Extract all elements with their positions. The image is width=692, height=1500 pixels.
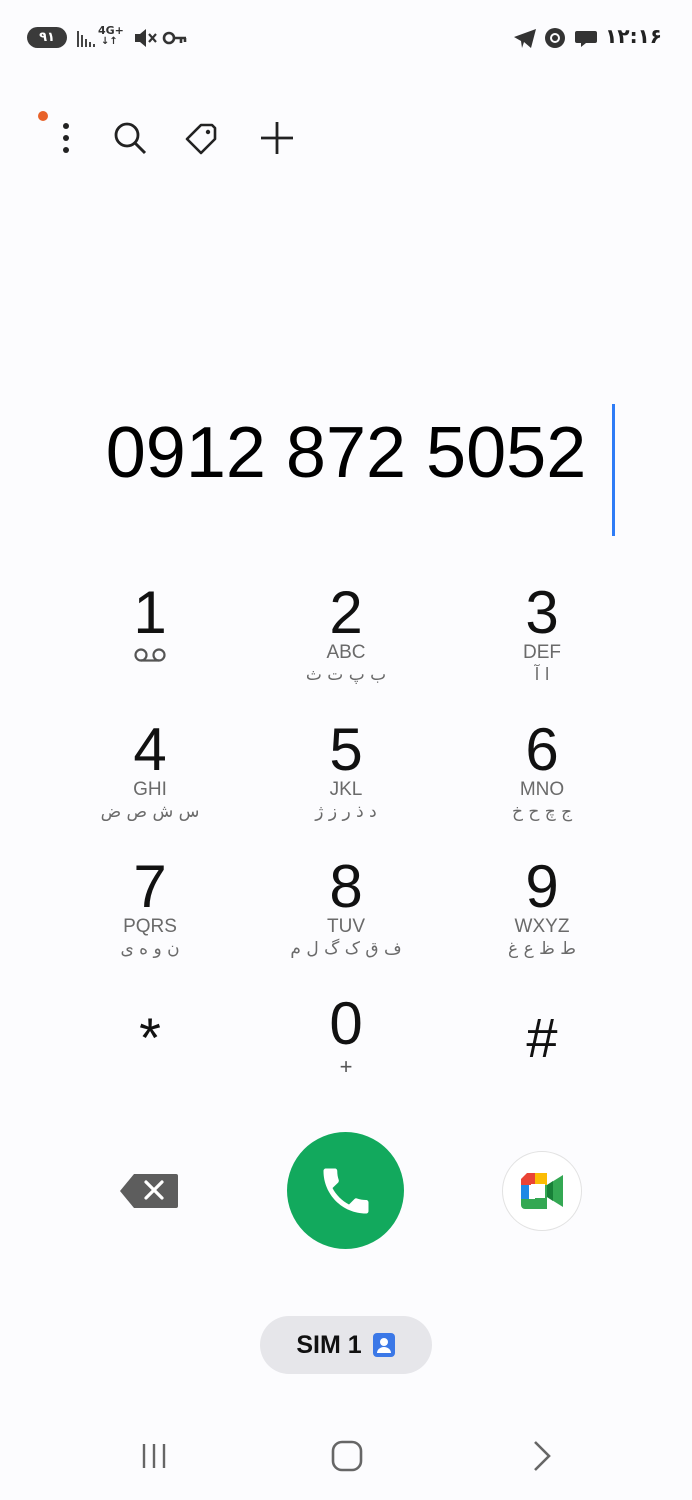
dial-key-0[interactable]: 0 +	[266, 986, 426, 1116]
key-digit: 7	[133, 853, 167, 920]
add-contact-icon	[261, 122, 293, 154]
mute-icon	[132, 24, 158, 52]
key-letters: TUV	[327, 916, 365, 937]
phone-icon	[323, 1168, 368, 1213]
recent-apps-button[interactable]	[124, 1430, 184, 1482]
network-4g-icon: 4G+ ↓↑	[98, 24, 124, 47]
key-persian-letters: ف ق ک گ ل م	[290, 939, 402, 959]
dial-key-6[interactable]: 6 MNO ج چ ح خ	[462, 712, 622, 842]
chrome-icon	[543, 24, 567, 52]
dial-key-9[interactable]: 9 WXYZ ط ظ ع غ	[462, 849, 622, 979]
dial-key-2[interactable]: 2 ABC ب پ ت ث	[266, 575, 426, 705]
call-button[interactable]	[287, 1132, 404, 1249]
key-letters: +	[339, 1054, 353, 1079]
chat-icon	[574, 24, 600, 52]
tag-icon	[185, 123, 217, 155]
key-persian-letters: ا آ	[534, 665, 550, 685]
home-icon	[331, 1440, 363, 1472]
more-options-icon	[63, 123, 69, 153]
voicemail-icon	[134, 648, 166, 662]
contact-card-icon	[372, 1333, 395, 1357]
add-contact-button[interactable]	[253, 114, 301, 162]
key-digit: 0	[329, 990, 363, 1057]
recent-apps-icon	[142, 1444, 166, 1468]
key-letters: DEF	[523, 642, 561, 663]
phone-number-input[interactable]: 0912 872 5052	[0, 412, 692, 512]
key-persian-letters: ب پ ت ث	[305, 665, 387, 685]
sim-label: SIM 1	[296, 1330, 362, 1359]
battery-level: ۹۱	[39, 30, 55, 45]
dial-key-5[interactable]: 5 JKL د ذ ر ز ژ	[266, 712, 426, 842]
dial-key-7[interactable]: 7 PQRS ن و ه ی	[70, 849, 230, 979]
dial-key-8[interactable]: 8 TUV ف ق ک گ ل م	[266, 849, 426, 979]
text-cursor	[612, 404, 615, 536]
key-letters: WXYZ	[514, 916, 570, 937]
back-button[interactable]	[510, 1430, 570, 1482]
video-call-button[interactable]	[502, 1151, 582, 1231]
key-letters: GHI	[133, 779, 167, 800]
key-digit: *	[139, 1006, 161, 1069]
back-icon	[534, 1441, 551, 1471]
key-persian-letters: ط ظ ع غ	[508, 939, 576, 959]
key-digit: 1	[133, 579, 167, 646]
key-letters: ABC	[326, 642, 366, 663]
search-button[interactable]	[106, 114, 154, 162]
sim-selector[interactable]: SIM 1	[260, 1316, 432, 1374]
vpn-key-icon	[162, 24, 188, 52]
key-digit: 5	[329, 716, 363, 783]
dial-key-1[interactable]: 1	[70, 575, 230, 705]
tag-button[interactable]	[178, 114, 226, 162]
battery-indicator: ۹۱	[27, 27, 67, 48]
backspace-icon	[120, 1174, 178, 1208]
dial-key-hash[interactable]: #	[462, 986, 622, 1116]
key-persian-letters: ن و ه ی	[120, 939, 180, 959]
key-digit: 8	[329, 853, 363, 920]
signal-icon	[76, 24, 98, 52]
key-persian-letters: ج چ ح خ	[511, 802, 573, 822]
key-letters: PQRS	[123, 916, 177, 937]
key-digit: 3	[525, 579, 559, 646]
key-digit: 9	[525, 853, 559, 920]
telegram-icon	[512, 24, 538, 52]
google-meet-icon	[521, 1173, 563, 1209]
status-time: ۱۲:۱۶	[605, 24, 662, 48]
dial-key-star[interactable]: *	[70, 986, 230, 1116]
key-letters: MNO	[519, 779, 565, 800]
dial-key-4[interactable]: 4 GHI س ش ص ض	[70, 712, 230, 842]
key-digit: 6	[525, 716, 559, 783]
key-persian-letters: س ش ص ض	[100, 802, 200, 822]
key-digit: 2	[329, 579, 363, 646]
home-button[interactable]	[317, 1430, 377, 1482]
more-options-button[interactable]	[42, 114, 90, 162]
key-digit: 4	[133, 716, 167, 783]
dial-key-3[interactable]: 3 DEF ا آ	[462, 575, 622, 705]
key-letters: JKL	[329, 779, 363, 800]
search-icon	[114, 122, 147, 155]
key-digit: #	[526, 1006, 558, 1069]
key-persian-letters: د ذ ر ز ژ	[315, 802, 377, 822]
backspace-button[interactable]	[118, 1168, 182, 1214]
